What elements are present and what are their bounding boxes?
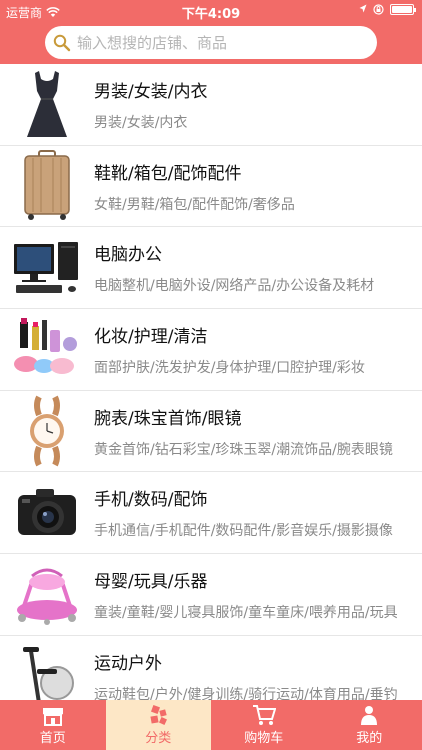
cosmetics-icon <box>14 318 77 375</box>
search-icon <box>53 34 71 51</box>
profile-icon <box>361 706 378 725</box>
tab-bar: 首页 分类 购物车 我的 <box>0 700 422 750</box>
rotation-lock-icon <box>373 4 384 15</box>
category-title: 手机/数码/配饰 <box>94 490 208 511</box>
category-row-cosmetics[interactable]: 化妆/护理/清洁 面部护肤/洗发护发/身体护理/口腔护理/彩妆 <box>0 309 422 391</box>
category-subtitle: 黄金首饰/钻石彩宝/珍珠玉翠/潮流饰品/腕表眼镜 <box>94 441 393 458</box>
tab-home[interactable]: 首页 <box>0 700 106 750</box>
tab-category[interactable]: 分类 <box>105 700 211 750</box>
category-row-baby-toys[interactable]: 母婴/玩具/乐器 童装/童鞋/婴儿寝具服饰/童车童床/喂养用品/玩具 <box>0 554 422 636</box>
tab-cart[interactable]: 购物车 <box>211 700 317 750</box>
category-row-sports[interactable]: 运动户外 运动鞋包/户外/健身训练/骑行运动/体育用品/垂钓 <box>0 636 422 700</box>
category-subtitle: 手机通信/手机配件/数码配件/影音娱乐/摄影摄像 <box>94 523 393 540</box>
category-row-digital[interactable]: 手机/数码/配饰 手机通信/手机配件/数码配件/影音娱乐/摄影摄像 <box>0 472 422 555</box>
category-row-watches[interactable]: 腕表/珠宝首饰/眼镜 黄金首饰/钻石彩宝/珍珠玉翠/潮流饰品/腕表眼镜 <box>0 391 422 473</box>
tab-label: 首页 <box>39 731 66 746</box>
tab-profile[interactable]: 我的 <box>317 700 422 750</box>
camera-icon <box>18 488 76 535</box>
tab-label: 分类 <box>145 731 172 746</box>
category-title: 男装/女装/内衣 <box>94 81 208 102</box>
category-title: 运动户外 <box>94 653 162 674</box>
baby-walker-icon <box>17 568 77 626</box>
location-icon <box>359 4 367 13</box>
category-title: 电脑办公 <box>94 245 162 266</box>
category-subtitle: 运动鞋包/户外/健身训练/骑行运动/体育用品/垂钓 <box>94 686 398 700</box>
category-row-clothing[interactable]: 男装/女装/内衣 男装/女装/内衣 <box>0 64 422 146</box>
category-list: 男装/女装/内衣 男装/女装/内衣 鞋靴/箱包/配饰配件 女鞋/男鞋/箱包/配件… <box>0 64 422 700</box>
category-subtitle: 童装/童鞋/婴儿寝具服饰/童车童床/喂养用品/玩具 <box>94 604 398 621</box>
category-title: 化妆/护理/清洁 <box>94 326 208 347</box>
computer-icon <box>14 241 78 293</box>
cart-icon <box>252 705 276 725</box>
search-bar[interactable] <box>45 26 377 59</box>
category-title: 鞋靴/箱包/配饰配件 <box>94 163 242 184</box>
category-row-shoes-bags[interactable]: 鞋靴/箱包/配饰配件 女鞋/男鞋/箱包/配件配饰/奢侈品 <box>0 146 422 228</box>
header-bar: 运营商 下午4:09 <box>0 0 422 64</box>
category-row-computer[interactable]: 电脑办公 电脑整机/电脑外设/网络产品/办公设备及耗材 <box>0 227 422 310</box>
battery-icon <box>390 4 416 15</box>
status-bar: 运营商 下午4:09 <box>0 0 422 22</box>
search-input[interactable] <box>77 33 357 52</box>
category-title: 母婴/玩具/乐器 <box>94 571 208 592</box>
category-subtitle: 面部护肤/洗发护发/身体护理/口腔护理/彩妆 <box>94 359 365 376</box>
exercise-bike-icon <box>23 647 74 700</box>
category-subtitle: 电脑整机/电脑外设/网络产品/办公设备及耗材 <box>94 278 375 295</box>
watch-icon <box>30 395 64 467</box>
category-icon <box>150 705 168 725</box>
tab-label: 购物车 <box>244 731 284 746</box>
status-right <box>359 4 416 15</box>
home-icon <box>42 708 63 726</box>
category-title: 腕表/珠宝首饰/眼镜 <box>94 408 242 429</box>
tab-label: 我的 <box>356 731 383 746</box>
suitcase-icon <box>24 150 70 221</box>
category-subtitle: 女鞋/男鞋/箱包/配件配饰/奢侈品 <box>94 196 295 213</box>
category-subtitle: 男装/女装/内衣 <box>94 114 188 131</box>
dress-icon <box>27 71 67 138</box>
